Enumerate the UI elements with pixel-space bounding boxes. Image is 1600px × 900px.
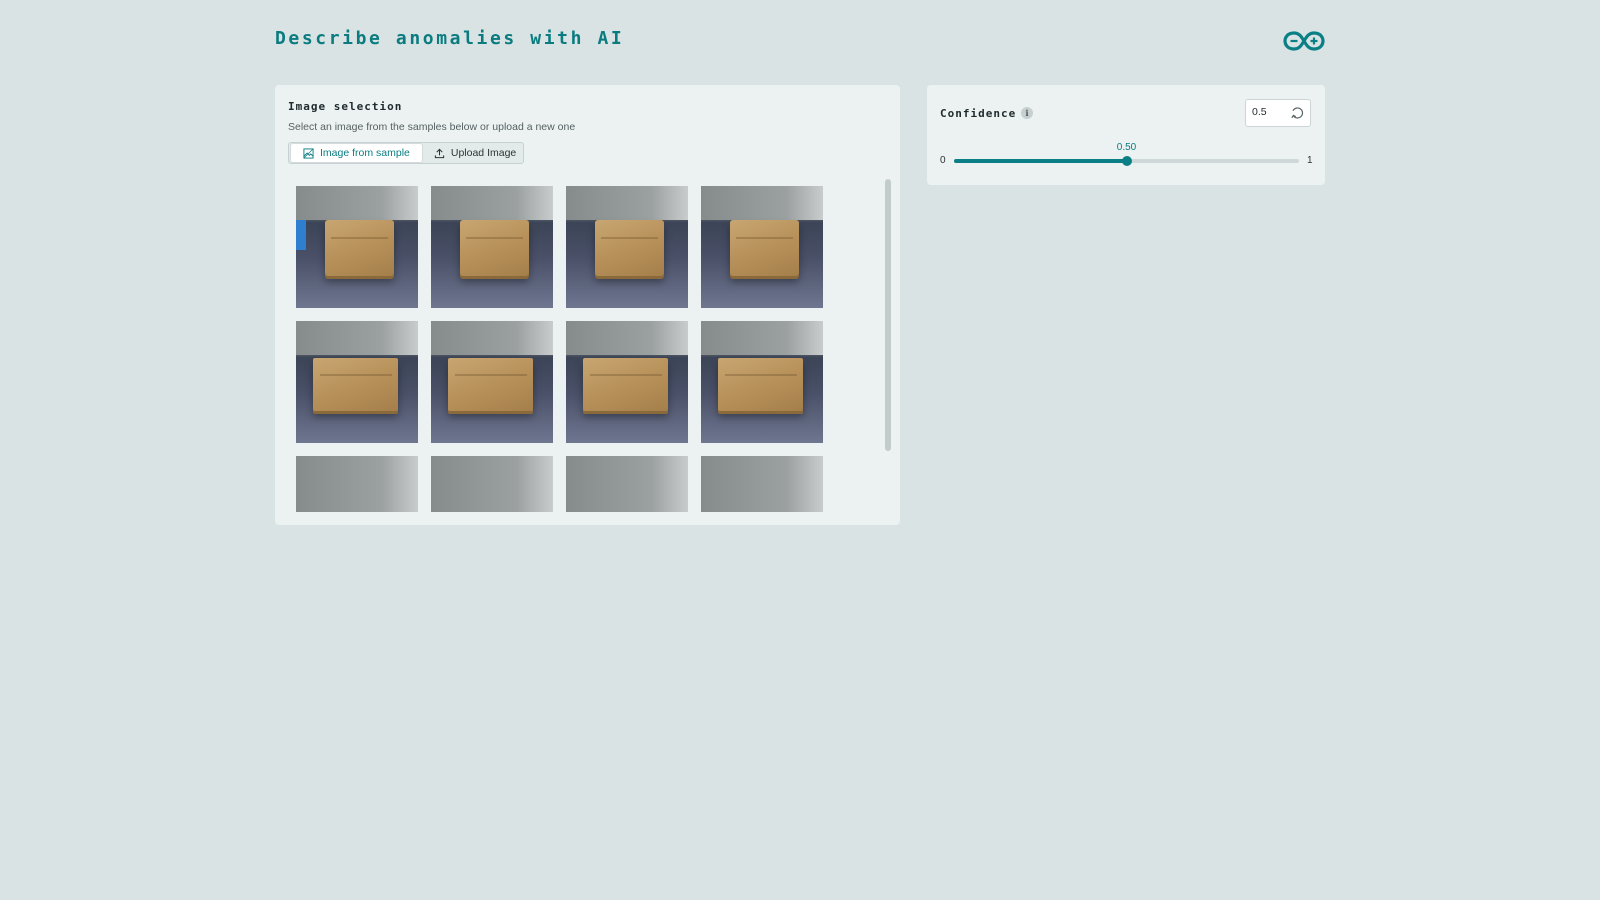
sample-image[interactable] — [431, 186, 553, 308]
sample-image[interactable] — [431, 321, 553, 443]
sample-image[interactable] — [566, 321, 688, 443]
sample-image[interactable] — [701, 456, 823, 512]
sample-image[interactable] — [296, 321, 418, 443]
image-selection-subtitle: Select an image from the samples below o… — [288, 121, 576, 133]
sample-image[interactable] — [701, 186, 823, 308]
sample-image[interactable] — [566, 456, 688, 512]
image-icon — [303, 147, 314, 159]
upload-icon — [434, 148, 445, 158]
reset-icon[interactable] — [1290, 106, 1304, 120]
image-selection-title: Image selection — [288, 100, 403, 113]
slider-fill — [954, 159, 1127, 163]
confidence-input[interactable] — [1252, 106, 1282, 118]
confidence-label: Confidence — [940, 107, 1017, 120]
sample-image[interactable] — [701, 321, 823, 443]
confidence-value-field — [1245, 99, 1311, 127]
info-icon[interactable]: i — [1021, 107, 1033, 119]
sample-image[interactable] — [431, 456, 553, 512]
confidence-panel: Confidence i 0 0.50 1 — [927, 85, 1325, 185]
app-title: Describe anomalies with AI — [275, 28, 625, 49]
sample-image[interactable] — [296, 186, 418, 308]
gallery-scrollbar[interactable] — [885, 179, 891, 451]
image-selection-panel: Image selection Select an image from the… — [275, 85, 900, 525]
slider-handle[interactable] — [1121, 156, 1132, 166]
confidence-slider[interactable]: 0.50 — [954, 142, 1299, 166]
tab-label: Upload Image — [450, 147, 517, 159]
slider-min-label: 0 — [940, 155, 946, 166]
slider-value-label: 0.50 — [1116, 142, 1137, 153]
arduino-logo-icon[interactable] — [1283, 30, 1325, 52]
sample-gallery — [296, 186, 836, 512]
image-source-tabs: Image from sample Upload Image — [288, 142, 524, 164]
sample-image[interactable] — [566, 186, 688, 308]
sample-image[interactable] — [296, 456, 418, 512]
slider-max-label: 1 — [1307, 155, 1313, 166]
tab-upload-image[interactable]: Upload Image — [422, 144, 528, 162]
tab-label: Image from sample — [320, 147, 410, 159]
tab-image-from-sample[interactable]: Image from sample — [291, 144, 422, 162]
